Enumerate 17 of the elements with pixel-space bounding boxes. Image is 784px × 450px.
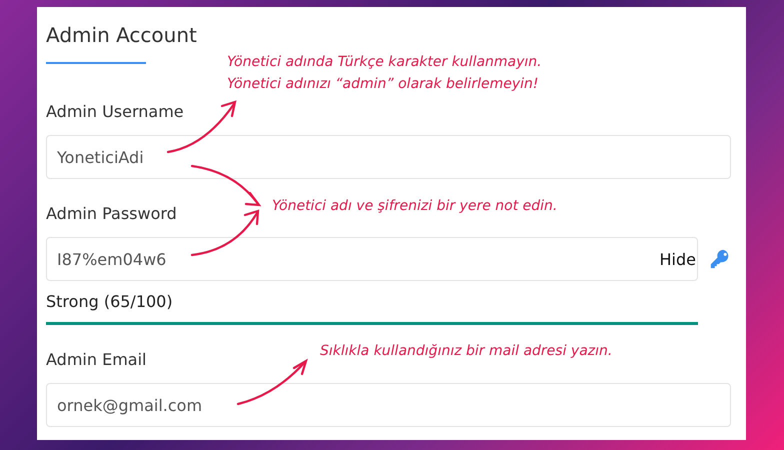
annotation-note: Sıklıkla kullandığınız bir mail adresi yazın. xyxy=(320,342,612,361)
input-field[interactable]: ornek@gmail.com xyxy=(46,383,731,427)
arrow xyxy=(236,358,308,406)
input-field[interactable]: YoneticiAdi xyxy=(46,135,731,179)
arrow xyxy=(190,164,262,206)
annotation-note: Yönetici adında Türkçe karakter kullanmayın. Yönetici adınızı “admin” olarak belirlemeyin! xyxy=(227,53,542,94)
key-icon[interactable] xyxy=(709,247,731,271)
password-value: I87%em04w6 xyxy=(57,250,166,268)
strength-label: Strong (65/100) xyxy=(46,291,173,313)
field-label: Admin Username xyxy=(46,101,184,123)
password-field[interactable]: I87%em04w6 Hide xyxy=(46,237,698,281)
arrow xyxy=(190,209,260,256)
annotation-note: Yönetici adı ve şifrenizi bir yere not edin. xyxy=(272,197,558,216)
field-label: Admin Email xyxy=(46,349,146,371)
hide-button[interactable]: Hide xyxy=(656,250,697,268)
section-title: Admin Account xyxy=(46,22,198,49)
field-label: Admin Password xyxy=(46,203,177,225)
